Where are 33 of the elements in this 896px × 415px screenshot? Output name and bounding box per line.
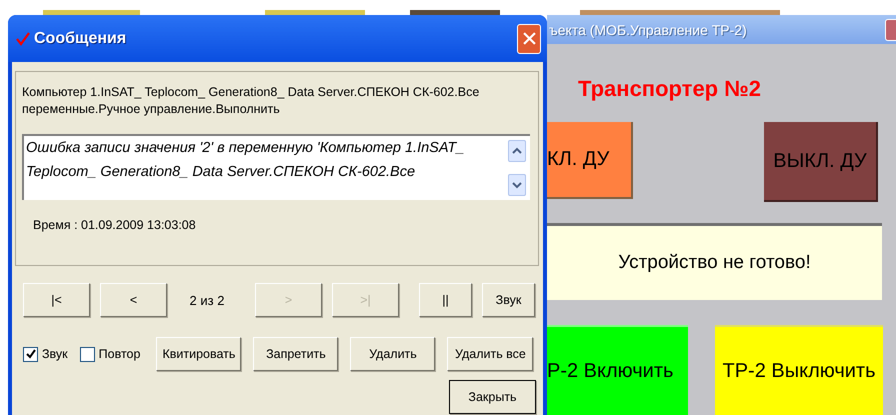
action-button[interactable]: Удалить bbox=[350, 337, 436, 371]
checkbox[interactable] bbox=[80, 346, 95, 362]
action-button[interactable]: Удалить все bbox=[447, 337, 534, 371]
message-source: Компьютер 1.InSAT_ Teplocom_ Generation8_ Data Server.СПЕКОН СК-602.Все переменные.Ручное управление.Выполнить bbox=[22, 84, 480, 118]
checkbox-label: Повтор bbox=[98, 347, 140, 361]
scroll-down-button[interactable] bbox=[508, 174, 526, 196]
checkmark-icon bbox=[16, 32, 30, 46]
mode-button[interactable]: КЛ. ДУ bbox=[547, 122, 633, 199]
window-title: Сообщения bbox=[34, 30, 128, 48]
close-dialog-button[interactable]: Закрыть bbox=[449, 380, 536, 414]
chevron-down-icon bbox=[512, 181, 522, 189]
sound-button[interactable]: Звук bbox=[482, 283, 535, 317]
nav-button[interactable]: < bbox=[100, 283, 167, 317]
action-button[interactable]: ТР-2 Выключить bbox=[715, 325, 883, 415]
scroll-up-button[interactable] bbox=[508, 140, 526, 162]
close-button[interactable] bbox=[517, 24, 541, 54]
action-button[interactable]: Квитировать bbox=[156, 337, 242, 371]
status-panel: Устройство не готово! bbox=[547, 223, 882, 300]
heading: Транспортер №2 bbox=[578, 75, 761, 103]
window-title: ъекта (МОБ.Управление ТР-2) bbox=[548, 22, 747, 38]
check-icon bbox=[26, 349, 36, 359]
action-button[interactable]: Запретить bbox=[253, 337, 338, 371]
close-icon bbox=[522, 32, 536, 45]
chevron-up-icon bbox=[512, 147, 522, 155]
checkbox[interactable] bbox=[23, 346, 38, 362]
page-counter: 2 из 2 bbox=[188, 292, 226, 308]
timestamp: Время : 01.09.2009 13:03:08 bbox=[32, 217, 197, 232]
close-button[interactable] bbox=[885, 18, 896, 40]
nav-button[interactable]: |< bbox=[23, 283, 90, 317]
action-button[interactable]: Р-2 Включить bbox=[547, 325, 688, 415]
message-text: Ошибка записи значения '2' в переменную 'Компьютер 1.InSAT_ Teplocom_ Generation8_ Data Server.СПЕКОН СК-602.Все bbox=[25, 139, 466, 182]
pause-button[interactable]: || bbox=[419, 283, 472, 317]
checkbox-label: Звук bbox=[42, 347, 68, 361]
